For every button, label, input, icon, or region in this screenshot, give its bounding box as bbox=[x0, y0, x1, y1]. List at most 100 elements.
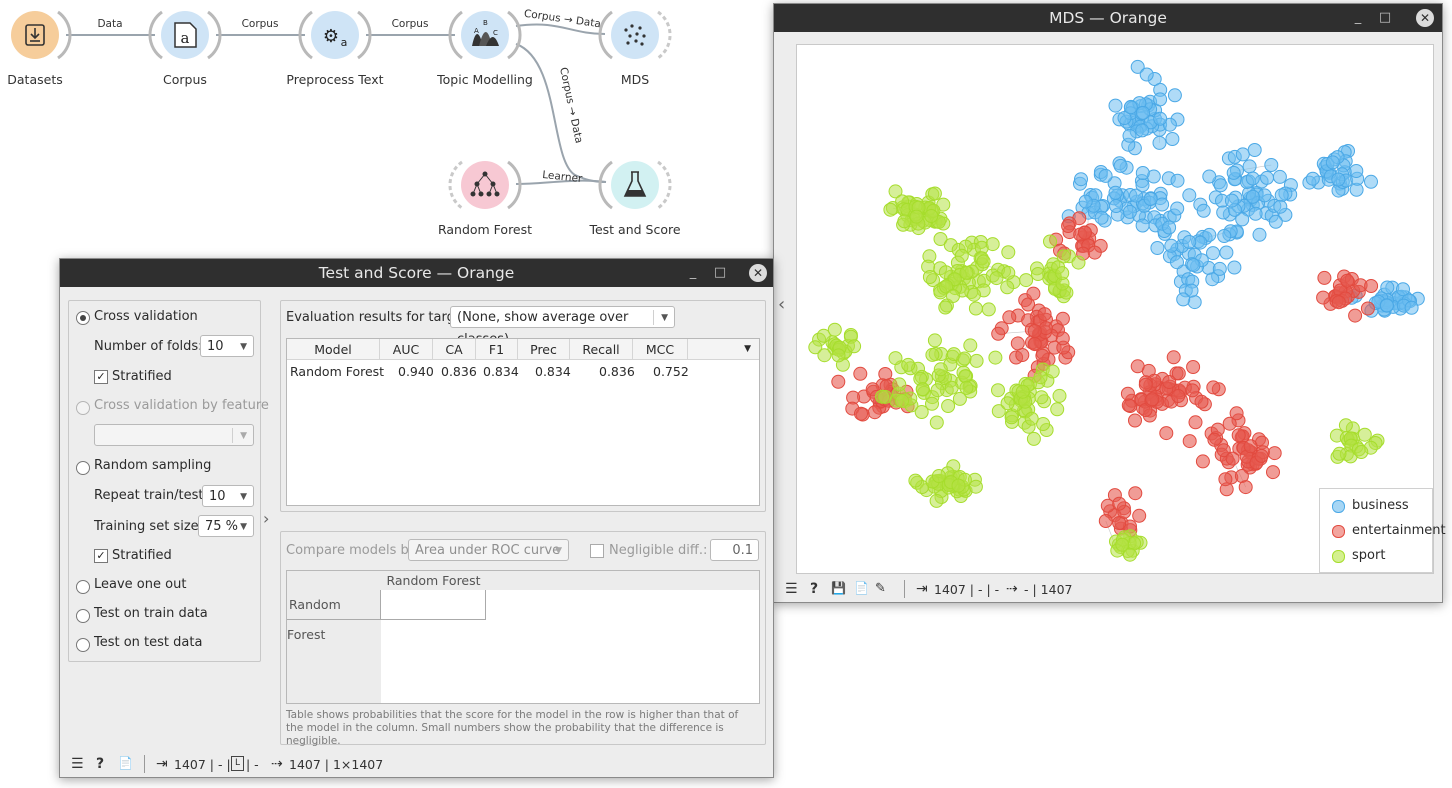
node-random-forest[interactable] bbox=[448, 160, 522, 210]
mds-point-business bbox=[1257, 188, 1272, 203]
maximize-icon[interactable]: □ bbox=[1371, 4, 1399, 32]
ts-titlebar[interactable]: Test and Score — Orange _ □ ✕ bbox=[60, 259, 773, 287]
help-icon[interactable]: ? bbox=[810, 581, 818, 597]
radio-cv-by-feature[interactable] bbox=[76, 401, 90, 415]
checkbox-stratified-2[interactable]: ✓ bbox=[94, 549, 108, 563]
mds-point-business bbox=[1364, 174, 1378, 189]
chevron-down-icon: ▼ bbox=[240, 522, 247, 532]
node-test-and-score[interactable] bbox=[598, 160, 672, 210]
mds-point-sport bbox=[1004, 410, 1019, 425]
link-label-corpus2: Corpus bbox=[392, 18, 429, 30]
mds-point-business bbox=[1113, 158, 1128, 173]
ts-window-title: Test and Score — Orange bbox=[318, 264, 515, 282]
mds-point-sport bbox=[927, 186, 942, 201]
compare-panel: Compare models by: Area under ROC curve … bbox=[280, 531, 766, 747]
radio-cross-validation[interactable] bbox=[76, 311, 90, 325]
menu-icon[interactable]: ☰ bbox=[71, 756, 84, 772]
label-test-on-train: Test on train data bbox=[94, 606, 208, 621]
palette-icon[interactable]: ✎ bbox=[875, 581, 886, 596]
report-icon[interactable]: 📄 bbox=[118, 756, 133, 770]
maximize-icon[interactable]: □ bbox=[706, 259, 734, 287]
radio-test-on-train[interactable] bbox=[76, 609, 90, 623]
mds-point-business bbox=[1135, 166, 1150, 180]
radio-test-on-test[interactable] bbox=[76, 638, 90, 652]
node-mds[interactable] bbox=[598, 10, 672, 60]
mds-point-business bbox=[1224, 193, 1239, 208]
repeat-combo[interactable]: 10 ▼ bbox=[202, 485, 254, 507]
feature-combo[interactable]: ▼ bbox=[94, 424, 254, 446]
mds-point-sport bbox=[954, 248, 969, 263]
mds-point-sport bbox=[908, 473, 923, 488]
mds-point-business bbox=[1182, 235, 1197, 249]
col-header-prec[interactable]: Prec bbox=[518, 339, 570, 360]
mds-point-business bbox=[1217, 229, 1232, 243]
column-menu-icon[interactable]: ▼ bbox=[688, 339, 759, 360]
link-topic-testscore bbox=[515, 43, 607, 183]
help-icon[interactable]: ? bbox=[96, 756, 104, 772]
mds-point-sport bbox=[924, 209, 939, 223]
mds-point-entertainment bbox=[1348, 308, 1363, 323]
minimize-icon[interactable]: _ bbox=[679, 259, 707, 287]
report-icon[interactable]: 📄 bbox=[854, 581, 869, 595]
save-icon[interactable]: 💾 bbox=[831, 581, 846, 595]
node-topic[interactable]: A B C bbox=[448, 10, 522, 60]
mds-point-entertainment bbox=[1243, 439, 1258, 454]
col-header-auc[interactable]: AUC bbox=[380, 339, 433, 360]
mds-point-sport bbox=[895, 393, 909, 408]
negligible-input[interactable]: 0.1 bbox=[710, 539, 759, 561]
mds-point-sport bbox=[968, 479, 983, 494]
legend-label-entertainment: entertainment bbox=[1352, 523, 1446, 538]
mds-plot-area[interactable]: business entertainment sport bbox=[796, 44, 1446, 574]
chevron-down-icon: ▼ bbox=[240, 431, 247, 441]
repeat-value: 10 bbox=[209, 489, 226, 504]
folds-combo[interactable]: 10 ▼ bbox=[200, 335, 254, 357]
node-corpus[interactable]: a bbox=[148, 10, 222, 60]
mds-point-entertainment bbox=[1162, 375, 1177, 389]
mds-point-entertainment bbox=[1238, 480, 1253, 495]
cell-auc: 0.940 bbox=[398, 364, 434, 379]
menu-icon[interactable]: ☰ bbox=[785, 581, 798, 597]
checkbox-stratified[interactable]: ✓ bbox=[94, 370, 108, 384]
node-label-corpus: Corpus bbox=[163, 72, 207, 87]
mds-point-sport bbox=[925, 347, 940, 362]
target-combo[interactable]: (None, show average over classes) ▼ bbox=[450, 306, 675, 347]
mds-point-entertainment bbox=[1218, 472, 1233, 487]
mds-titlebar[interactable]: MDS — Orange _ □ ✕ bbox=[774, 4, 1442, 32]
mds-point-business bbox=[1098, 168, 1113, 183]
radio-leave-one-out[interactable] bbox=[76, 580, 90, 594]
mds-input-summary: 1407 | - | - bbox=[934, 582, 1000, 597]
col-header-model[interactable]: Model bbox=[287, 339, 380, 360]
close-icon[interactable]: ✕ bbox=[1416, 9, 1434, 27]
comparison-note: Table shows probabilities that the score… bbox=[286, 709, 739, 747]
col-header-ca[interactable]: CA bbox=[433, 339, 476, 360]
compare-combo[interactable]: Area under ROC curve ▼ bbox=[408, 539, 569, 561]
radio-random-sampling[interactable] bbox=[76, 461, 90, 475]
col-header-mcc[interactable]: MCC bbox=[633, 339, 688, 360]
close-icon[interactable]: ✕ bbox=[749, 264, 767, 282]
chevron-down-icon: ▼ bbox=[240, 492, 247, 502]
mds-point-entertainment bbox=[831, 374, 846, 389]
mds-point-sport bbox=[968, 301, 983, 316]
col-header-f1[interactable]: F1 bbox=[476, 339, 518, 360]
checkbox-negligible[interactable] bbox=[590, 544, 604, 558]
svg-text:B: B bbox=[483, 19, 488, 27]
mds-point-business bbox=[1260, 170, 1274, 185]
mds-point-entertainment bbox=[1055, 331, 1070, 346]
collapse-panel-icon[interactable]: ‹ bbox=[778, 294, 785, 315]
mds-point-business bbox=[1164, 238, 1179, 253]
comparison-row-header: Random Forest bbox=[287, 590, 381, 642]
mds-point-business bbox=[1245, 189, 1260, 204]
node-label-random-forest: Random Forest bbox=[437, 222, 533, 237]
expand-panel-icon[interactable]: › bbox=[263, 509, 269, 528]
mds-point-sport bbox=[847, 339, 862, 354]
comparison-cell bbox=[381, 590, 486, 620]
mds-point-sport bbox=[930, 383, 945, 398]
col-header-recall[interactable]: Recall bbox=[570, 339, 633, 360]
mds-point-business bbox=[1123, 100, 1138, 115]
mds-point-entertainment bbox=[1229, 406, 1244, 421]
node-datasets[interactable] bbox=[11, 10, 72, 60]
node-preprocess[interactable]: ⚙ a bbox=[298, 10, 372, 60]
training-size-combo[interactable]: 75 % ▼ bbox=[198, 515, 254, 537]
minimize-icon[interactable]: _ bbox=[1344, 4, 1372, 32]
workflow-canvas[interactable]: Data Corpus Corpus Corpus → Data Corpus … bbox=[0, 0, 780, 250]
